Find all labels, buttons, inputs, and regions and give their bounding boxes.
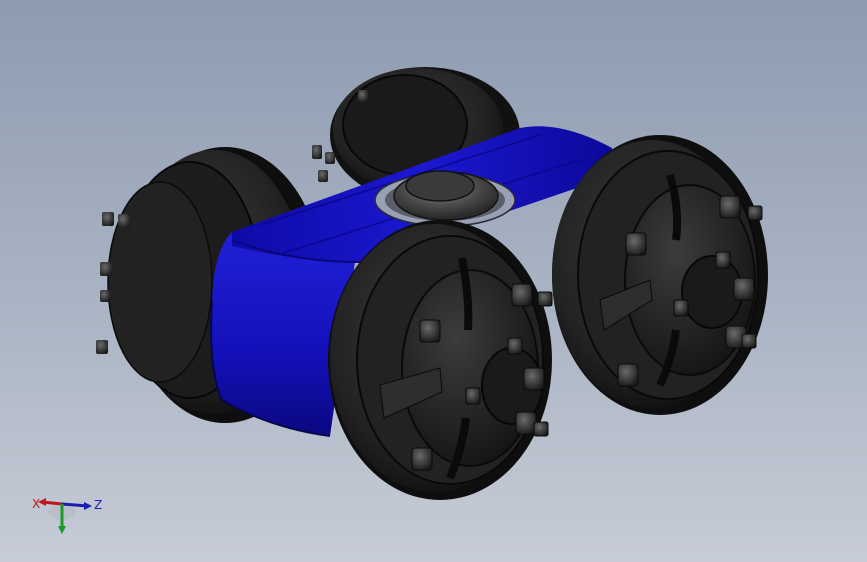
reference-triad: X Z	[28, 488, 108, 544]
z-axis-label: Z	[94, 498, 103, 512]
x-axis-label: X	[32, 497, 41, 511]
wheel-front-right[interactable]	[552, 135, 768, 415]
robot-model[interactable]	[0, 0, 867, 562]
wheel-front-left[interactable]	[328, 220, 553, 500]
graphics-viewport[interactable]: X Z	[0, 0, 867, 562]
triad-icon	[38, 498, 92, 534]
